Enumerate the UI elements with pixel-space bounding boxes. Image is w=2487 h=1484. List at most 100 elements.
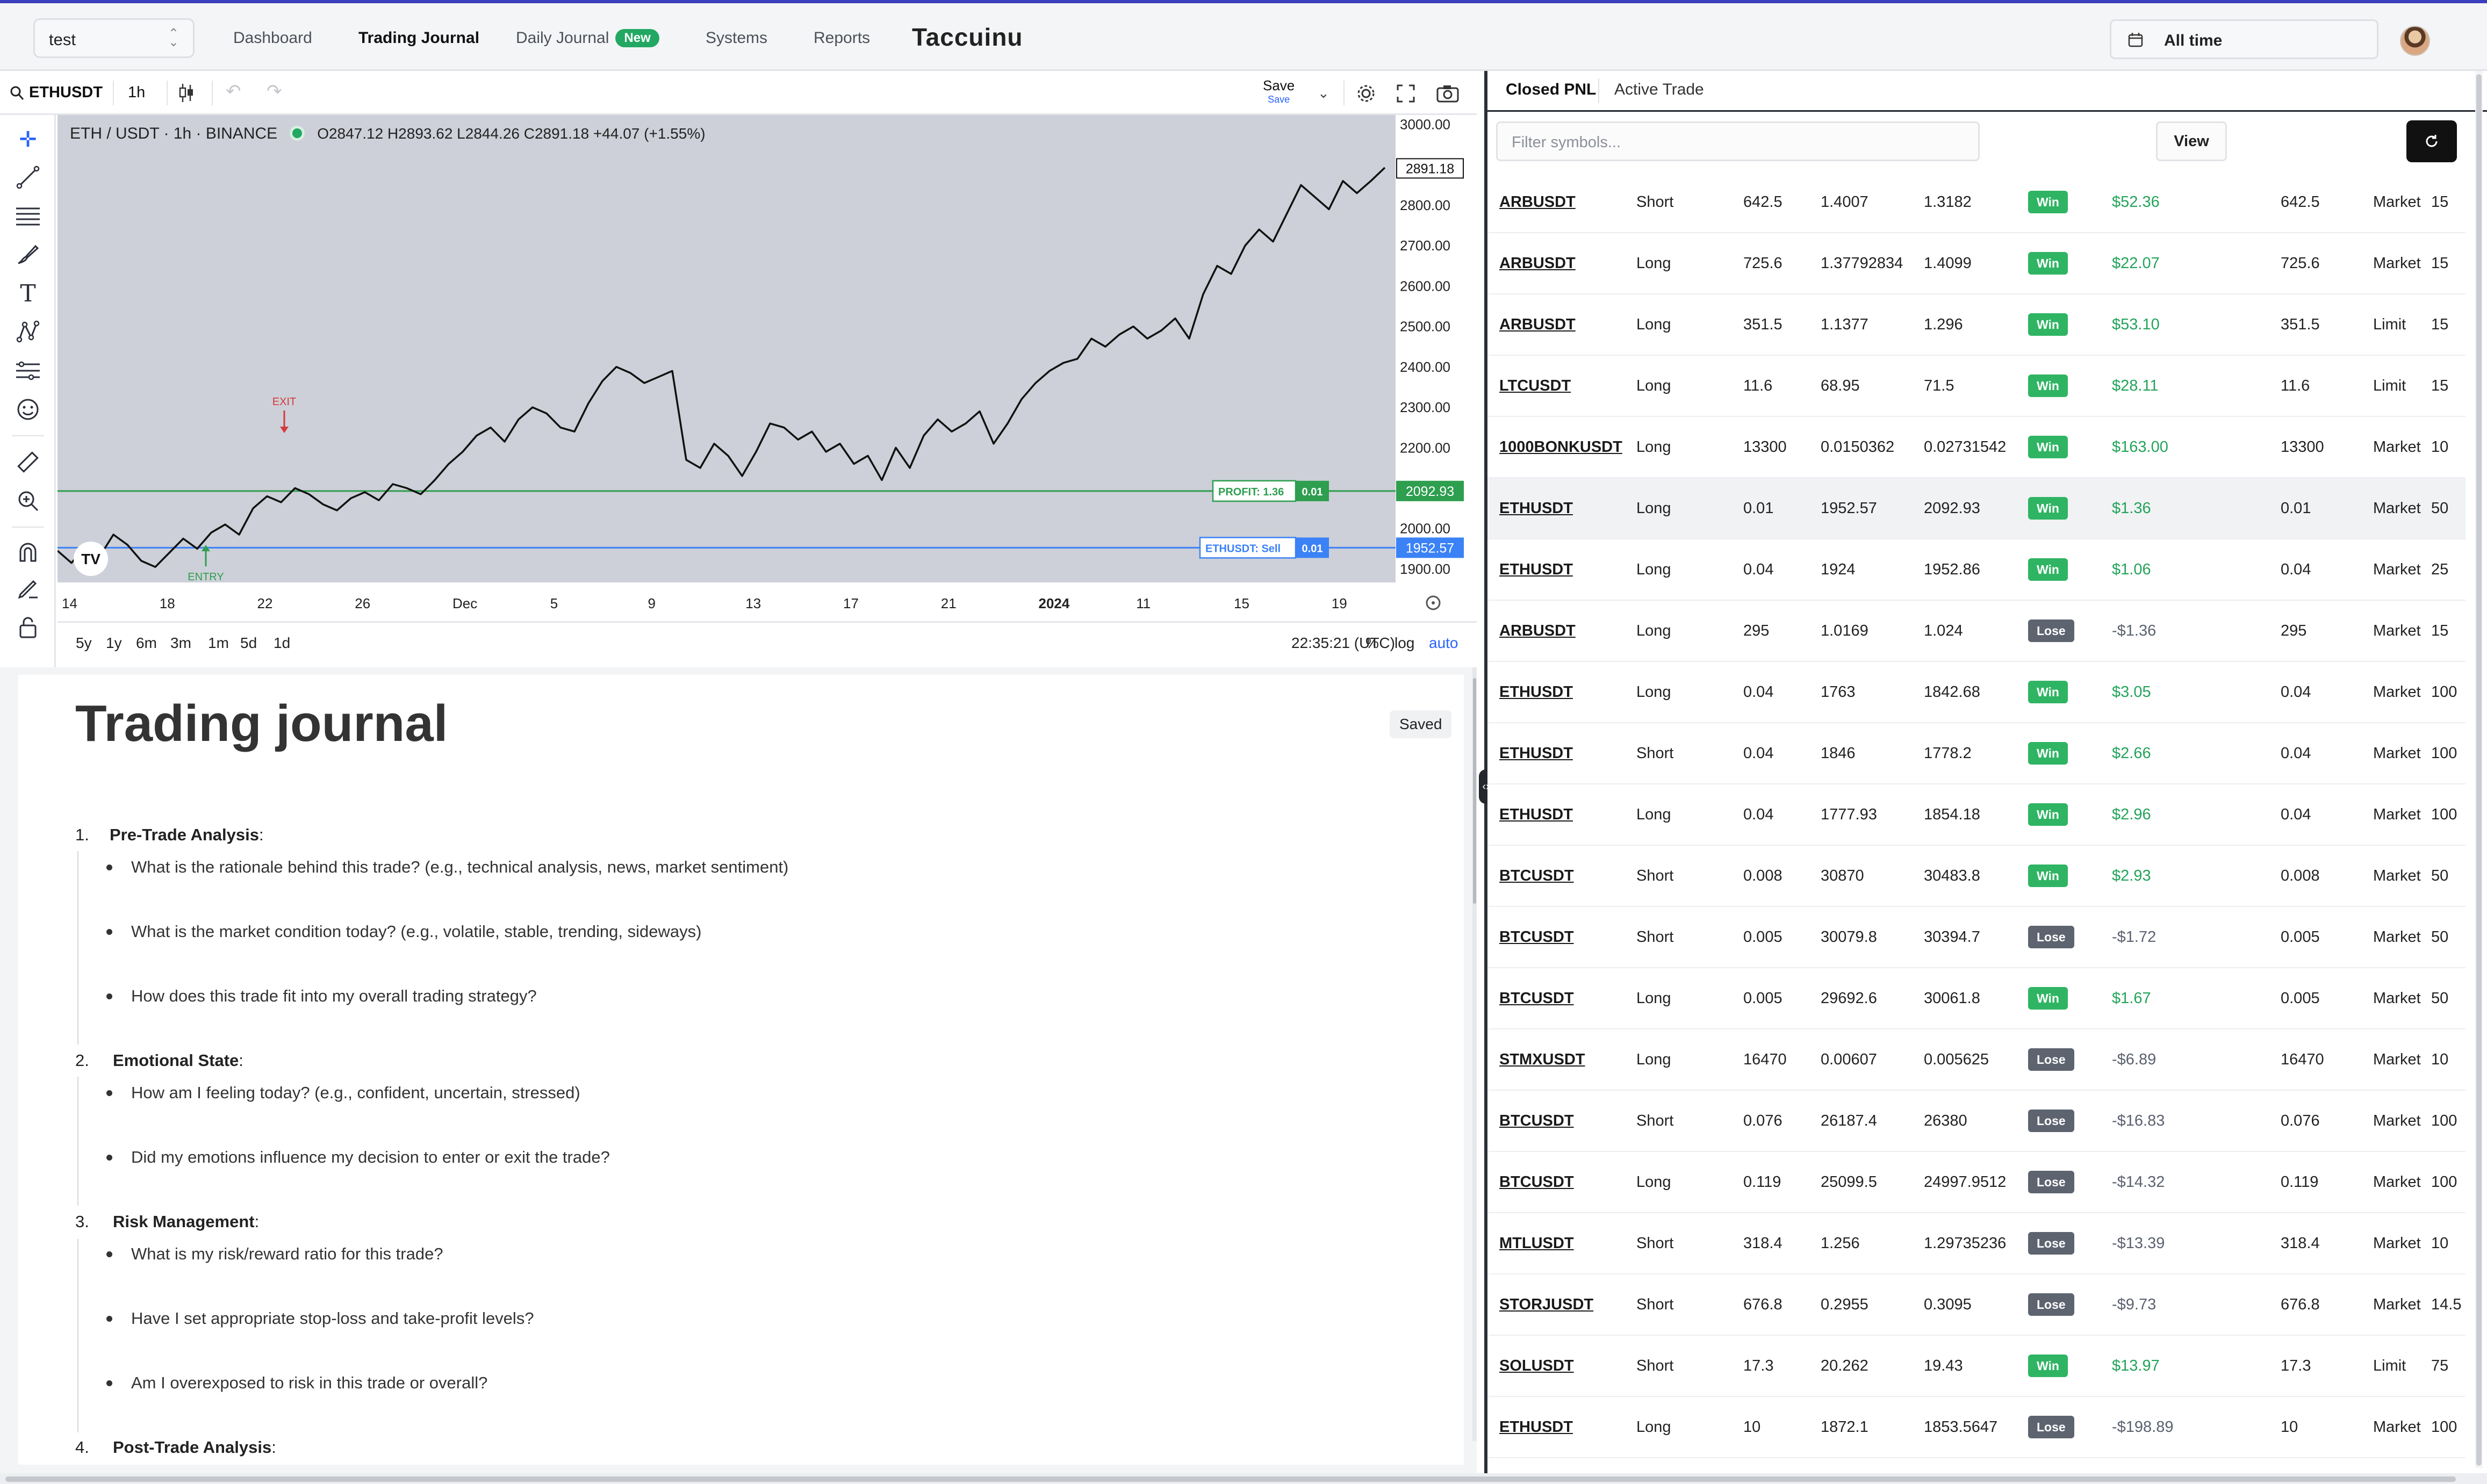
range-6m[interactable]: 6m [136,635,157,652]
percent-toggle[interactable]: % [1365,635,1379,652]
table-row[interactable]: 1000BONKUSDT Long 13300 0.0150362 0.02731542… [1487,417,2466,478]
table-row[interactable]: ETHUSDT Long 0.01 1952.57 2092.93 Win $1.36 0.0… [1487,478,2466,539]
magnet-icon[interactable] [13,537,43,567]
result-badge: Lose [2028,1171,2074,1193]
symbol-cell[interactable]: 1000BONKUSDT [1499,438,1622,456]
table-row[interactable]: BTCUSDT Long 0.005 29692.6 30061.8 Win $1.67 0.… [1487,968,2466,1029]
emoji-icon[interactable] [13,394,43,424]
date-range-selector[interactable]: All time [2110,19,2378,59]
tab-closed-pnl[interactable]: Closed PNL [1506,81,1596,99]
undo-icon[interactable]: ↶ [226,81,241,102]
symbol-cell[interactable]: ETHUSDT [1499,1418,1573,1436]
symbol-cell[interactable]: ETHUSDT [1499,683,1573,701]
symbol-cell[interactable]: ETHUSDT [1499,806,1573,824]
table-row[interactable]: STMXUSDT Long 16470 0.00607 0.005625 Lose -$6.… [1487,1029,2466,1091]
nav-reports[interactable]: Reports [814,29,870,47]
table-row[interactable]: MTLUSDT Short 318.4 1.256 1.29735236 Lose -$13… [1487,1213,2466,1274]
user-avatar[interactable] [2400,26,2430,56]
symbol-cell[interactable]: SOLUSDT [1499,1357,1574,1375]
brush-icon[interactable] [13,240,43,270]
tab-active-trade[interactable]: Active Trade [1614,81,1704,99]
interval-selector[interactable]: 1h [128,84,145,102]
account-selector[interactable]: test ⌃ ⌄ [33,18,195,58]
symbol-cell[interactable]: MTLUSDT [1499,1235,1574,1252]
price-chart-svg[interactable]: 3000.002900.002800.002700.002600.002500.… [57,115,1477,621]
table-row[interactable]: STORJUSDT Short 676.8 0.2955 0.3095 Lose -$9.7… [1487,1274,2466,1336]
symbol-cell[interactable]: BTCUSDT [1499,990,1574,1007]
table-row[interactable]: LTCUSDT Long 11.6 68.95 71.5 Win $28.11 11.6 Lim… [1487,356,2466,417]
redo-icon[interactable]: ↷ [267,81,282,102]
table-row[interactable]: ARBUSDT Long 725.6 1.37792834 1.4099 Win $22.0… [1487,233,2466,294]
nav-dashboard[interactable]: Dashboard [233,29,312,47]
symbol-cell[interactable]: BTCUSDT [1499,928,1574,946]
symbol-cell[interactable]: ETHUSDT [1499,745,1573,762]
range-3m[interactable]: 3m [170,635,191,652]
zoom-in-icon[interactable] [13,486,43,516]
log-toggle[interactable]: log [1395,635,1414,652]
fullscreen-icon[interactable] [1396,84,1415,103]
closed-qty-cell: 318.4 [2281,1235,2320,1252]
result-badge: Lose [2028,1293,2074,1316]
table-row[interactable]: ETHUSDT Long 0.04 1924 1952.86 Win $1.06 0.04 Ma… [1487,539,2466,601]
table-row[interactable]: ARBUSDT Long 295 1.0169 1.024 Lose -$1.36 295 Ma… [1487,601,2466,662]
text-tool-icon[interactable]: T [13,278,43,308]
lock-pencil-icon[interactable] [13,575,43,605]
symbol-cell[interactable]: BTCUSDT [1499,1173,1574,1191]
table-row[interactable]: ETHUSDT Long 10 1872.1 1853.5647 Lose -$198.89… [1487,1397,2466,1458]
range-5y[interactable]: 5y [76,635,92,652]
range-1d[interactable]: 1d [274,635,290,652]
chevron-down-icon[interactable]: ⌄ [1318,85,1329,102]
journal-editor[interactable]: Trading journal Saved 1. Pre-Trade Analys… [18,675,1464,1465]
table-row[interactable]: ETHUSDT Short 0.04 1846 1778.2 Win $2.66 0.04 Ma… [1487,723,2466,784]
symbol-cell[interactable]: ARBUSDT [1499,255,1576,272]
lock-icon[interactable] [13,613,43,643]
symbol-cell[interactable]: STMXUSDT [1499,1051,1585,1069]
range-1m[interactable]: 1m [208,635,229,652]
nav-daily-journal[interactable]: Daily Journal New [516,29,659,47]
symbol-search[interactable]: ETHUSDT [29,84,103,102]
view-button[interactable]: View [2156,121,2227,161]
range-5d[interactable]: 5d [240,635,257,652]
price-chart[interactable]: 3000.002900.002800.002700.002600.002500.… [57,115,1477,667]
save-button[interactable]: Save Save [1263,77,1295,105]
nav-trading-journal[interactable]: Trading Journal [358,29,479,47]
panel-scrollbar-thumb[interactable] [2476,74,2482,1466]
auto-toggle[interactable]: auto [1429,635,1458,652]
symbol-cell[interactable]: ETHUSDT [1499,500,1573,517]
pattern-icon[interactable] [13,317,43,347]
camera-icon[interactable] [1436,84,1460,103]
symbol-cell[interactable]: BTCUSDT [1499,1112,1574,1130]
horizontal-scrollbar-thumb[interactable] [5,1476,2456,1482]
table-row[interactable]: ARBUSDT Long 351.5 1.1377 1.296 Win $53.10 351.… [1487,294,2466,356]
symbol-cell[interactable]: ARBUSDT [1499,316,1576,334]
fib-retracement-icon[interactable] [13,201,43,231]
candles-icon[interactable] [177,83,196,103]
prediction-icon[interactable] [13,356,43,386]
symbol-cell[interactable]: ARBUSDT [1499,193,1576,211]
table-row[interactable]: ARBUSDT Short 642.5 1.4007 1.3182 Win $52.36 64… [1487,172,2466,233]
symbol-cell[interactable]: LTCUSDT [1499,377,1571,395]
journal-scrollbar-thumb[interactable] [1473,678,1476,904]
gear-icon[interactable] [1355,83,1377,104]
refresh-button[interactable] [2406,120,2457,162]
symbol-cell[interactable]: ARBUSDT [1499,622,1576,640]
table-row[interactable]: ETHUSDT Long 0.04 1777.93 1854.18 Win $2.96 0.0… [1487,784,2466,846]
utc-clock[interactable]: 22:35:21 (UTC) [1291,635,1395,652]
symbol-filter-input[interactable]: Filter symbols... [1496,121,1980,161]
table-row[interactable]: BTCUSDT Long 0.119 25099.5 24997.9512 Lose -$1… [1487,1152,2466,1213]
status-dot-icon [292,128,303,138]
table-row[interactable]: BTCUSDT Short 0.005 30079.8 30394.7 Lose -$1.7… [1487,907,2466,968]
ruler-icon[interactable] [13,447,43,477]
table-row[interactable]: ETHUSDT Long 0.04 1763 1842.68 Win $3.05 0.04 Ma… [1487,662,2466,723]
range-1y[interactable]: 1y [106,635,122,652]
table-row[interactable]: BTCUSDT Short 0.076 26187.4 26380 Lose -$16.83… [1487,1091,2466,1152]
table-row[interactable]: SOLUSDT Short 17.3 20.262 19.43 Win $13.97 17.3… [1487,1336,2466,1397]
table-row[interactable]: BTCUSDT Short 0.008 30870 30483.8 Win $2.93 0.0… [1487,846,2466,907]
trendline-icon[interactable] [13,162,43,192]
nav-systems[interactable]: Systems [706,29,767,47]
pnl-cell: $28.11 [2112,377,2159,394]
crosshair-icon[interactable]: ✛ [13,125,43,155]
symbol-cell[interactable]: STORJUSDT [1499,1296,1593,1314]
symbol-cell[interactable]: ETHUSDT [1499,561,1573,579]
symbol-cell[interactable]: BTCUSDT [1499,867,1574,885]
